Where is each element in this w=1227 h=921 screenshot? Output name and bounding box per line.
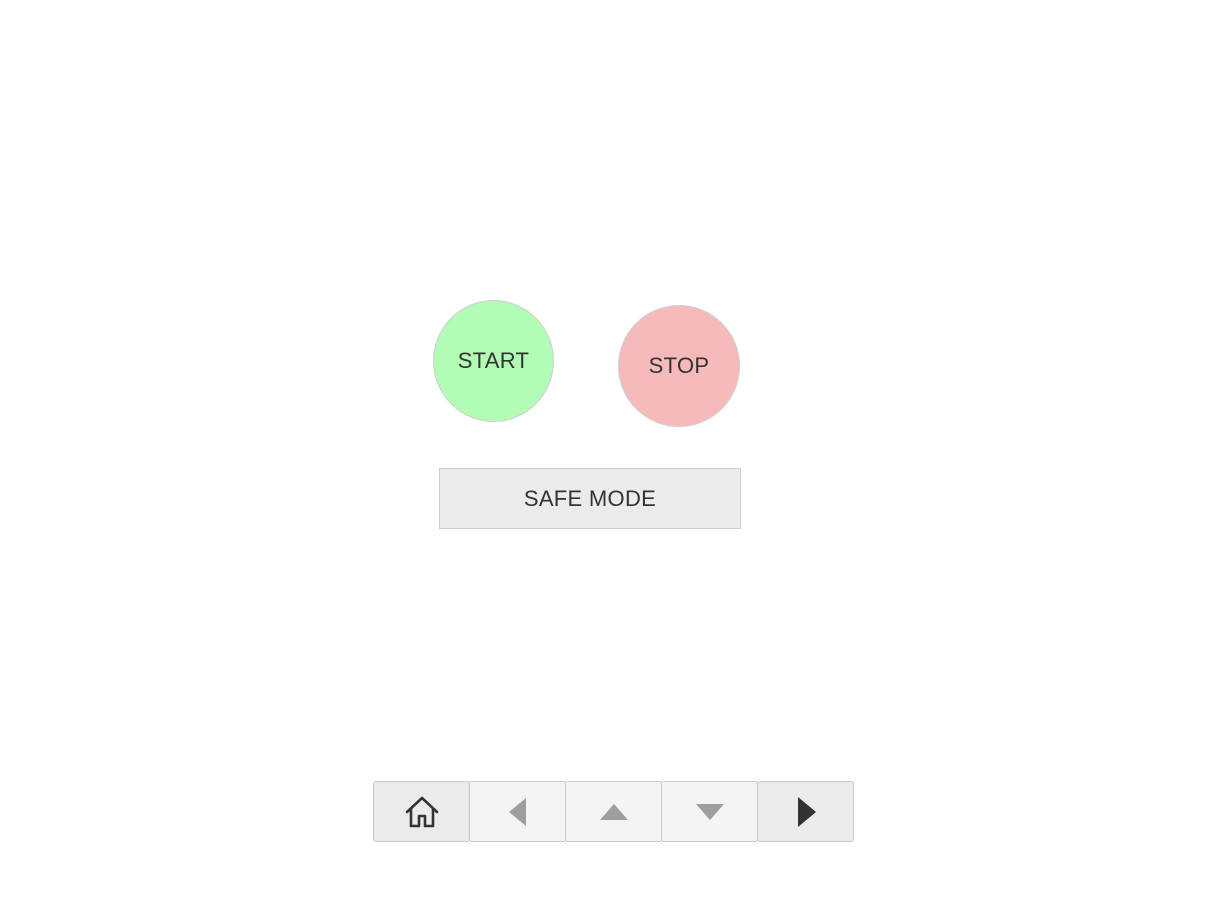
stop-button[interactable]: STOP (618, 305, 740, 427)
arrow-down-icon (695, 802, 725, 822)
arrow-up-icon (599, 802, 629, 822)
control-panel: START STOP SAFE MODE (0, 0, 1227, 921)
down-button[interactable] (661, 781, 758, 842)
next-button[interactable] (757, 781, 854, 842)
arrow-right-icon (795, 796, 817, 828)
home-icon (404, 795, 440, 829)
up-button[interactable] (565, 781, 662, 842)
home-button[interactable] (373, 781, 470, 842)
navigation-bar (373, 781, 855, 842)
arrow-left-icon (507, 797, 529, 827)
previous-button[interactable] (469, 781, 566, 842)
start-button[interactable]: START (433, 300, 554, 422)
safe-mode-button[interactable]: SAFE MODE (439, 468, 741, 529)
